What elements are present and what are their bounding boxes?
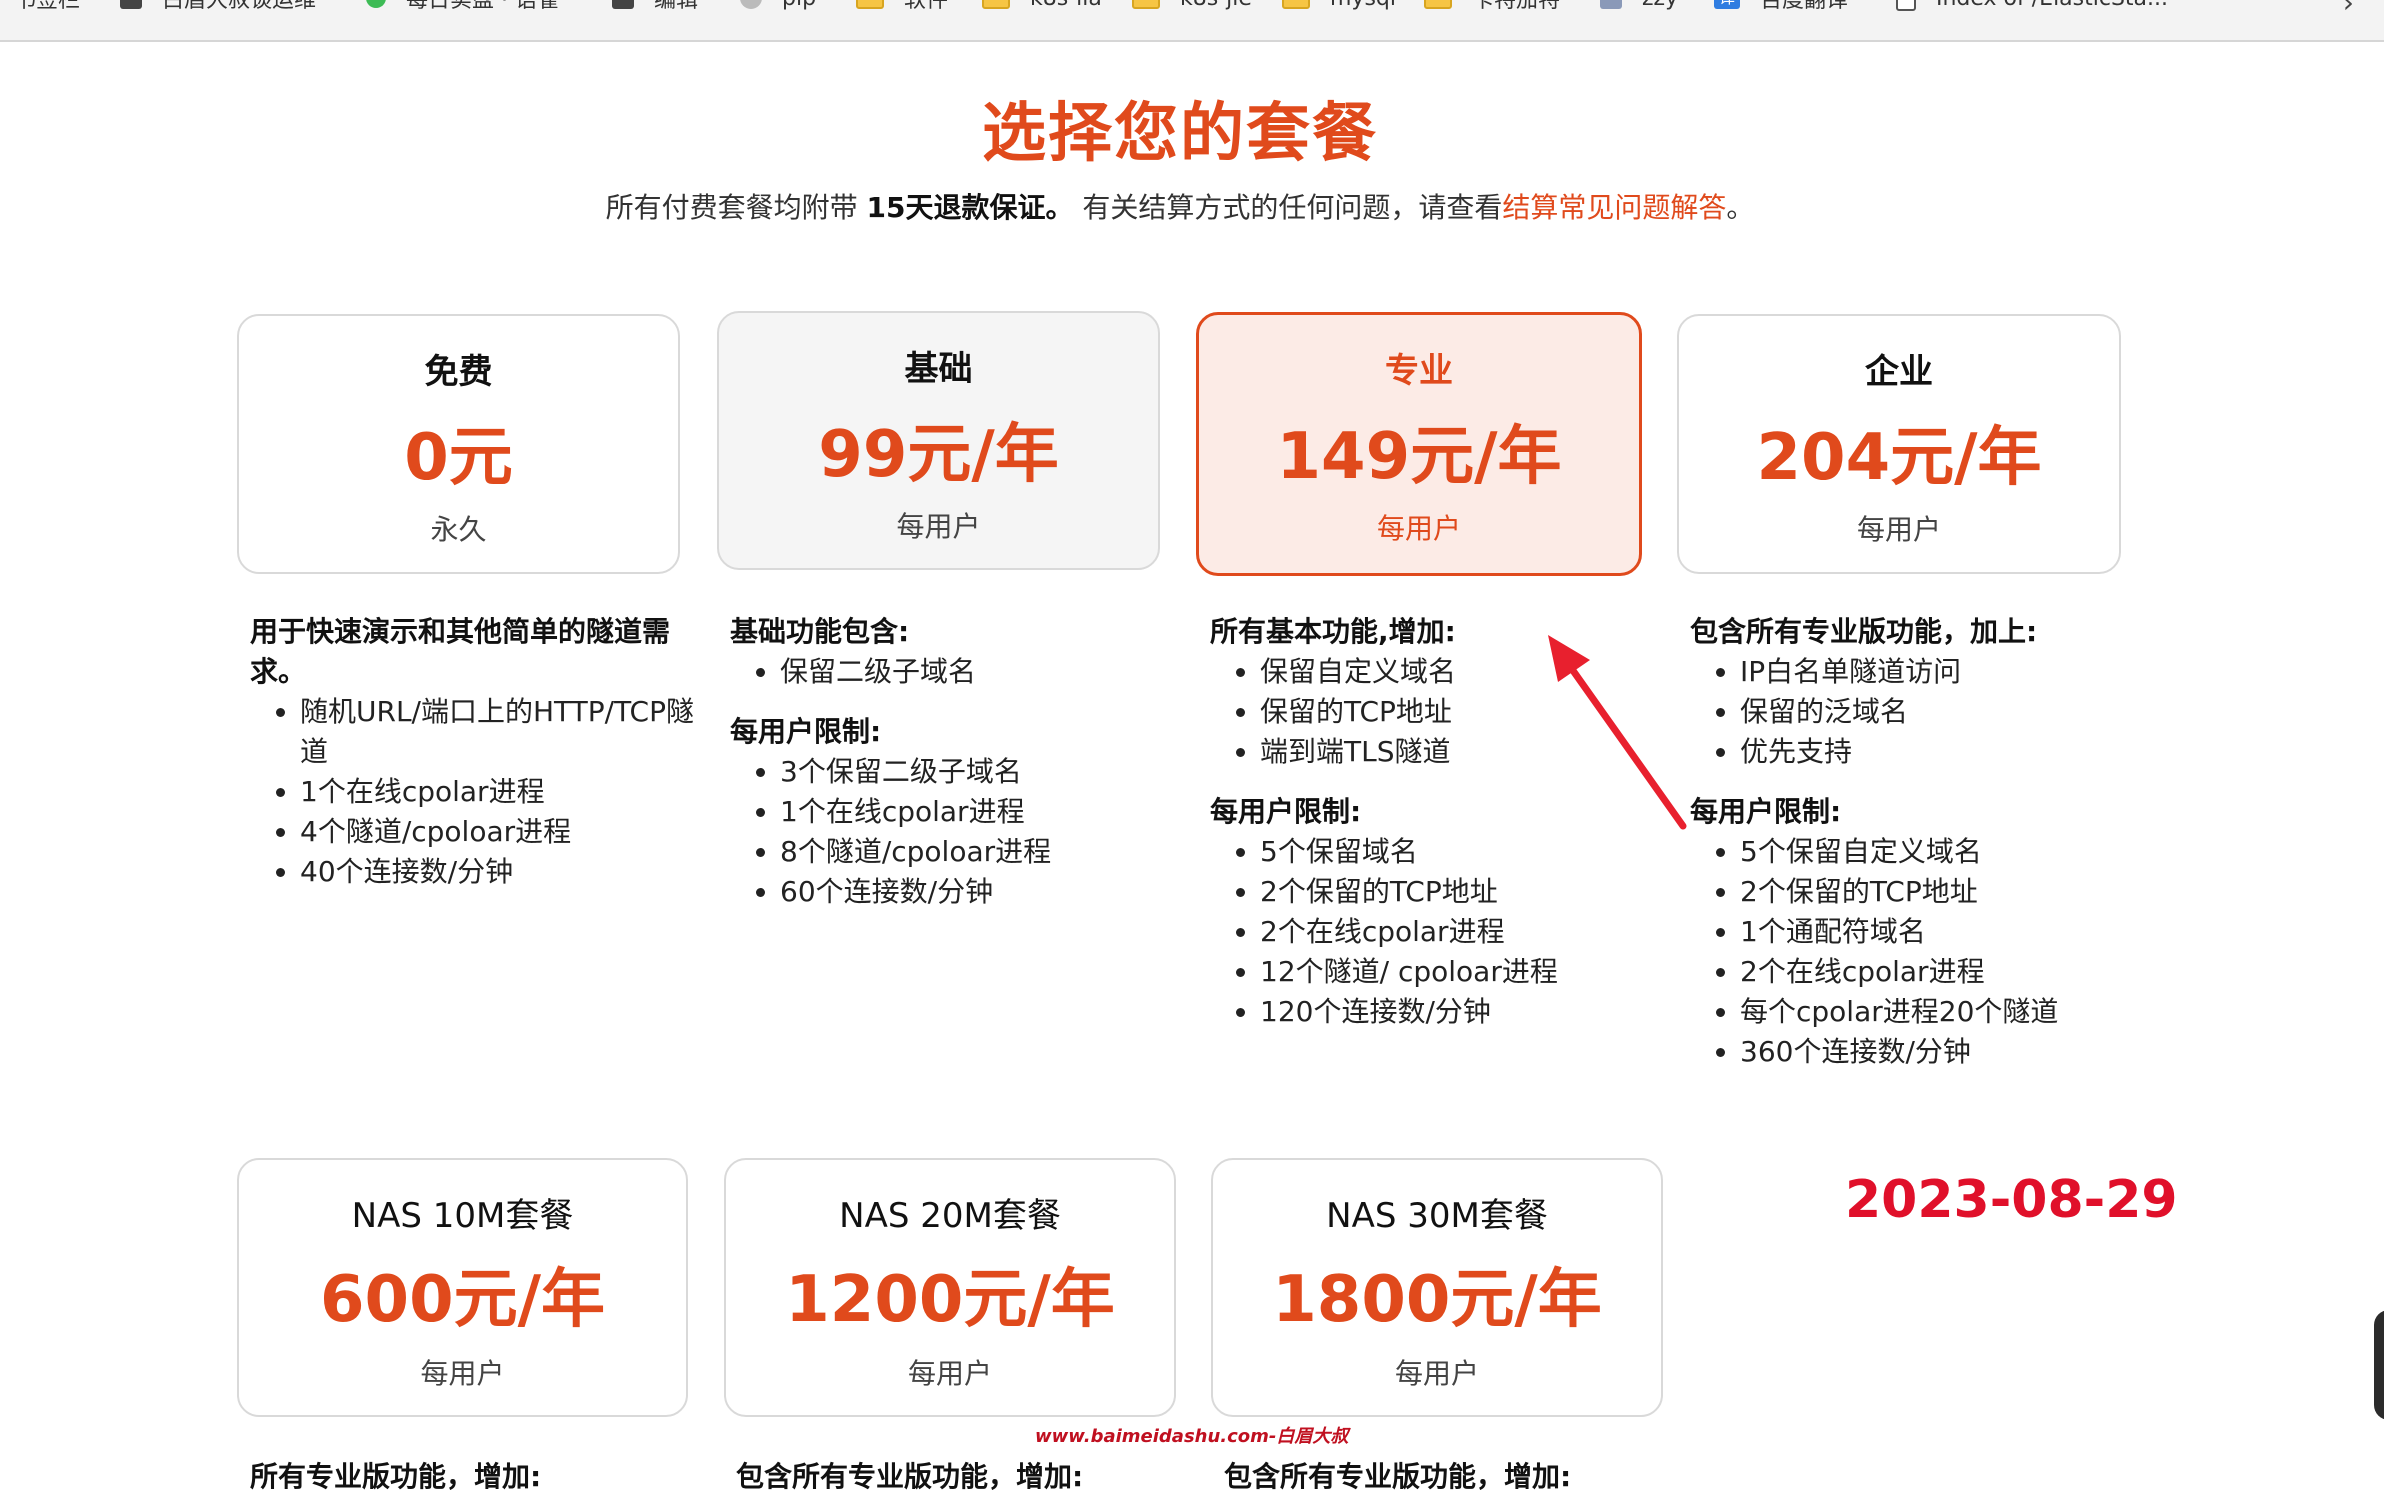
arrow-annotation-icon [1548,635,1687,830]
scroll-handle[interactable] [2374,1310,2384,1420]
